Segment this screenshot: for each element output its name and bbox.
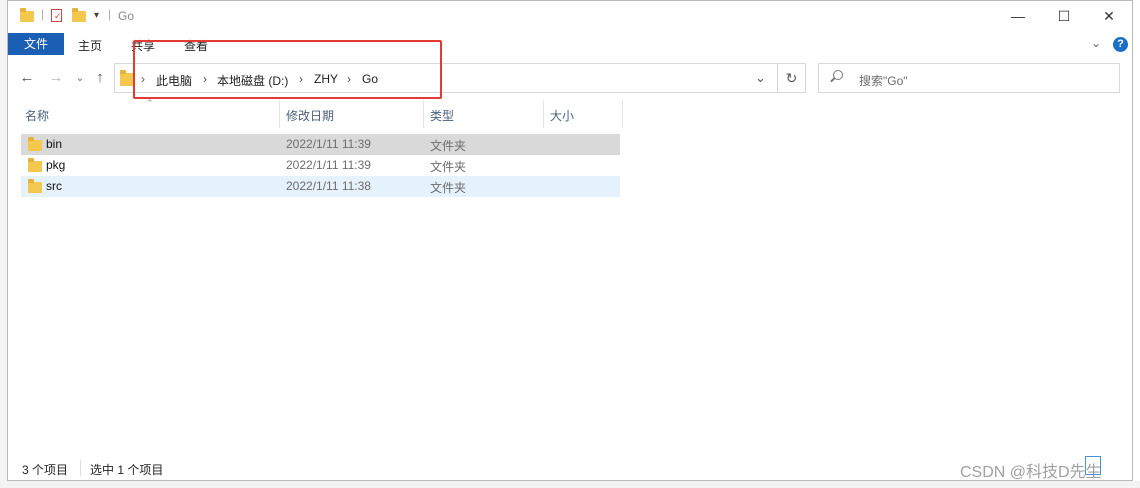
chevron-down-icon[interactable]: ⌄ bbox=[1091, 36, 1101, 50]
folder-icon bbox=[28, 158, 42, 172]
bottom-edge bbox=[0, 481, 1140, 488]
up-button[interactable]: ↑ bbox=[90, 68, 110, 88]
forward-button[interactable]: → bbox=[46, 68, 66, 88]
file-type: 文件夹 bbox=[430, 139, 467, 153]
column-divider[interactable] bbox=[423, 100, 424, 128]
recent-locations-button[interactable]: ⌄ bbox=[70, 68, 90, 88]
file-name[interactable]: src bbox=[46, 179, 62, 193]
column-divider[interactable] bbox=[543, 100, 544, 128]
window-title: Go bbox=[118, 9, 135, 23]
sort-up-icon: ⌃ bbox=[146, 98, 154, 108]
minimize-button[interactable]: — bbox=[1003, 5, 1033, 27]
status-selection: 选中 1 个项目 bbox=[90, 463, 164, 477]
file-date: 2022/1/11 11:38 bbox=[286, 179, 371, 193]
column-header-date[interactable]: 修改日期 bbox=[286, 107, 334, 124]
search-box[interactable]: 搜索"Go" bbox=[818, 63, 1120, 93]
title-separator: | bbox=[108, 7, 112, 21]
address-dropdown-button[interactable]: ⌄ bbox=[755, 70, 766, 86]
refresh-button[interactable]: ↻ bbox=[778, 63, 806, 93]
list-item[interactable]: pkg 2022/1/11 11:39 文件夹 bbox=[21, 155, 620, 176]
list-item[interactable]: bin 2022/1/11 11:39 文件夹 bbox=[21, 134, 620, 155]
file-name[interactable]: bin bbox=[46, 137, 62, 151]
status-item-count: 3 个项目 bbox=[22, 463, 69, 477]
new-folder-icon[interactable] bbox=[72, 8, 86, 22]
watermark: CSDN @科技D先生 bbox=[960, 464, 1102, 481]
tab-home[interactable]: 主页 bbox=[78, 37, 102, 54]
folder-icon bbox=[120, 70, 134, 86]
highlight-annotation-box bbox=[133, 40, 442, 99]
back-button[interactable]: ← bbox=[17, 68, 37, 88]
column-header-name[interactable]: 名称 bbox=[25, 107, 49, 124]
left-edge bbox=[0, 0, 7, 488]
maximize-button[interactable]: ☐ bbox=[1049, 5, 1079, 27]
file-date: 2022/1/11 11:39 bbox=[286, 158, 371, 172]
properties-icon[interactable]: ✓ bbox=[51, 9, 62, 22]
customize-quick-access-icon[interactable]: ▾ bbox=[94, 10, 99, 21]
file-date: 2022/1/11 11:39 bbox=[286, 137, 371, 151]
search-input[interactable]: 搜索"Go" bbox=[859, 72, 908, 89]
column-divider[interactable] bbox=[622, 100, 623, 128]
column-divider[interactable] bbox=[279, 100, 280, 128]
list-item[interactable]: src 2022/1/11 11:38 文件夹 bbox=[21, 176, 620, 197]
tab-file[interactable]: 文件 bbox=[8, 33, 64, 55]
details-view-button[interactable] bbox=[1085, 456, 1101, 475]
quick-access-separator: | bbox=[41, 7, 45, 21]
file-type: 文件夹 bbox=[430, 160, 467, 174]
column-header-type[interactable]: 类型 bbox=[430, 107, 454, 124]
help-icon[interactable]: ? bbox=[1113, 37, 1128, 52]
search-icon bbox=[830, 70, 843, 83]
file-name[interactable]: pkg bbox=[46, 158, 65, 172]
folder-icon bbox=[28, 179, 42, 193]
column-header-size[interactable]: 大小 bbox=[550, 107, 574, 124]
close-button[interactable]: ✕ bbox=[1094, 5, 1124, 27]
file-type: 文件夹 bbox=[430, 181, 467, 195]
folder-icon bbox=[20, 8, 34, 22]
status-divider bbox=[80, 460, 81, 476]
folder-icon bbox=[28, 137, 42, 151]
